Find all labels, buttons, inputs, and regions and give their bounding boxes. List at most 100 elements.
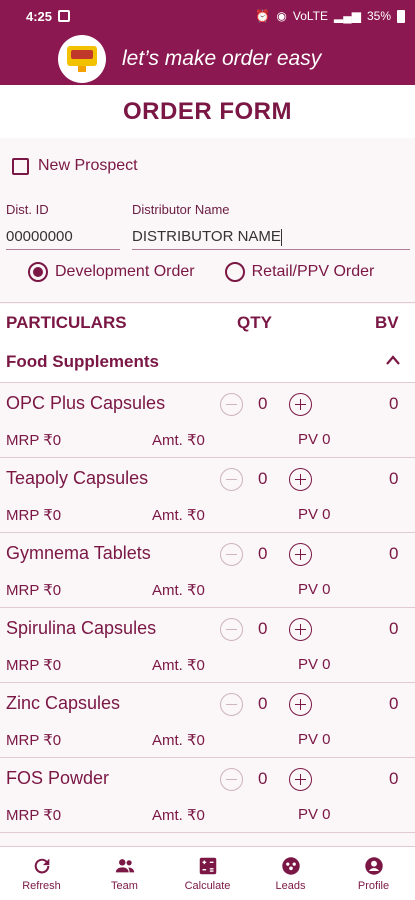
increment-button[interactable] [289,543,312,566]
nav-refresh[interactable]: Refresh [0,847,83,900]
product-pv: PV 0 [298,506,331,523]
new-prospect-checkbox[interactable]: New Prospect [12,157,138,175]
product-row-zinc: Zinc Capsules 0 0 MRP ₹0 Amt. ₹0 PV 0 [0,683,415,758]
product-row-spirulina: Spirulina Capsules 0 0 MRP ₹0 Amt. ₹0 PV… [0,608,415,683]
distributor-name-input[interactable]: DISTRIBUTOR NAME [132,226,410,250]
radio-development-label: Development Order [55,263,195,280]
decrement-button[interactable] [220,768,243,791]
increment-button[interactable] [289,393,312,416]
dist-id-label: Dist. ID [6,202,49,217]
dist-id-input[interactable]: 00000000 [6,226,120,250]
increment-button[interactable] [289,618,312,641]
nav-leads-label: Leads [275,880,306,892]
category-food-supplements[interactable]: Food Supplements [0,342,415,382]
increment-button[interactable] [289,768,312,791]
radio-button-unselected[interactable] [224,262,245,282]
product-qty: 0 [258,469,268,488]
product-amount: Amt. ₹0 [152,507,205,524]
increment-button[interactable] [289,468,312,491]
decrement-button[interactable] [220,618,243,641]
product-bv: 0 [389,469,399,488]
status-right: ⏰ ◉ VoLTE ▂▄▆ 35% [255,9,405,23]
refresh-icon [34,858,49,874]
product-mrp: MRP ₹0 [6,732,62,749]
nav-profile[interactable]: Profile [332,847,415,900]
product-row-teapoly: Teapoly Capsules 0 0 MRP ₹0 Amt. ₹0 PV 0 [0,458,415,533]
product-mrp: MRP ₹0 [6,507,62,524]
radio-retail-ppv-order[interactable]: Retail/PPV Order [224,262,375,282]
order-type-group: Development Order Retail/PPV Order [28,262,374,282]
radio-development-order[interactable]: Development Order [28,262,195,282]
product-qty: 0 [258,769,268,788]
product-pv: PV 0 [298,806,331,823]
header-qty: QTY [237,313,272,332]
alarm-icon: ⏰ [255,9,271,23]
text-caret [280,228,282,246]
product-mrp: MRP ₹0 [6,807,62,824]
product-qty: 0 [258,619,268,638]
nav-refresh-label: Refresh [22,880,61,892]
product-mrp: MRP ₹0 [6,657,62,674]
product-row-fos-powder: FOS Powder 0 0 MRP ₹0 Amt. ₹0 PV 0 [0,758,415,833]
radio-retail-label: Retail/PPV Order [251,263,375,280]
distributor-name-label: Distributor Name [132,202,230,217]
product-pv: PV 0 [298,656,331,673]
product-amount: Amt. ₹0 [152,582,205,599]
category-label: Food Supplements [6,352,159,371]
product-bv: 0 [389,544,399,563]
chevron-up-icon[interactable] [385,352,401,368]
radio-button-selected[interactable] [28,262,48,282]
wifi-icon: ◉ [276,9,287,23]
product-pv: PV 0 [298,581,331,598]
nav-leads[interactable]: Leads [249,847,332,900]
product-qty: 0 [258,694,268,713]
product-pv: PV 0 [298,731,331,748]
product-bv: 0 [389,694,399,713]
decrement-button[interactable] [220,393,243,416]
app-header: let’s make order easy [0,32,415,85]
battery-percent: 35% [366,9,391,23]
increment-button[interactable] [289,693,312,716]
product-qty: 0 [258,544,268,563]
product-row-gymnema: Gymnema Tablets 0 0 MRP ₹0 Amt. ₹0 PV 0 [0,533,415,608]
product-mrp: MRP ₹0 [6,582,62,599]
battery-icon [397,9,405,23]
app-tagline: let’s make order easy [122,46,322,70]
nav-calculate-label: Calculate [184,880,231,892]
product-bv: 0 [389,394,399,413]
product-name: Gymnema Tablets [6,543,151,563]
gallery-notification-icon [58,10,71,22]
decrement-button[interactable] [220,468,243,491]
product-mrp: MRP ₹0 [6,432,62,449]
product-name: Teapoly Capsules [6,468,149,488]
product-amount: Amt. ₹0 [152,432,205,449]
leads-icon [281,857,300,875]
product-qty: 0 [258,394,268,413]
product-name: FOS Powder [6,768,110,788]
decrement-button[interactable] [220,693,243,716]
checkbox-box[interactable] [12,157,29,175]
product-name: OPC Plus Capsules [6,393,166,413]
product-amount: Amt. ₹0 [152,732,205,749]
status-bar: 4:25 ⏰ ◉ VoLTE ▂▄▆ 35% [0,0,415,32]
product-name: Zinc Capsules [6,693,121,713]
nav-team-label: Team [111,880,138,892]
product-bv: 0 [389,619,399,638]
product-row-opc-plus: OPC Plus Capsules 0 0 MRP ₹0 Amt. ₹0 PV … [0,383,415,458]
product-amount: Amt. ₹0 [152,807,205,824]
section-divider [0,302,415,303]
bottom-nav: Refresh Team Calculate Leads Profile [0,846,415,900]
new-prospect-label: New Prospect [38,157,138,174]
product-name: Spirulina Capsules [6,618,157,638]
page-title: ORDER FORM [0,85,415,138]
decrement-button[interactable] [220,543,243,566]
nav-profile-label: Profile [357,880,390,892]
status-time: 4:25 [26,8,53,24]
calculator-icon [199,857,216,875]
nav-team[interactable]: Team [83,847,166,900]
app-logo [58,34,106,83]
header-particulars: PARTICULARS [6,313,127,332]
profile-icon [364,857,383,875]
nav-calculate[interactable]: Calculate [166,847,249,900]
volte-label: VoLTE [292,9,328,23]
